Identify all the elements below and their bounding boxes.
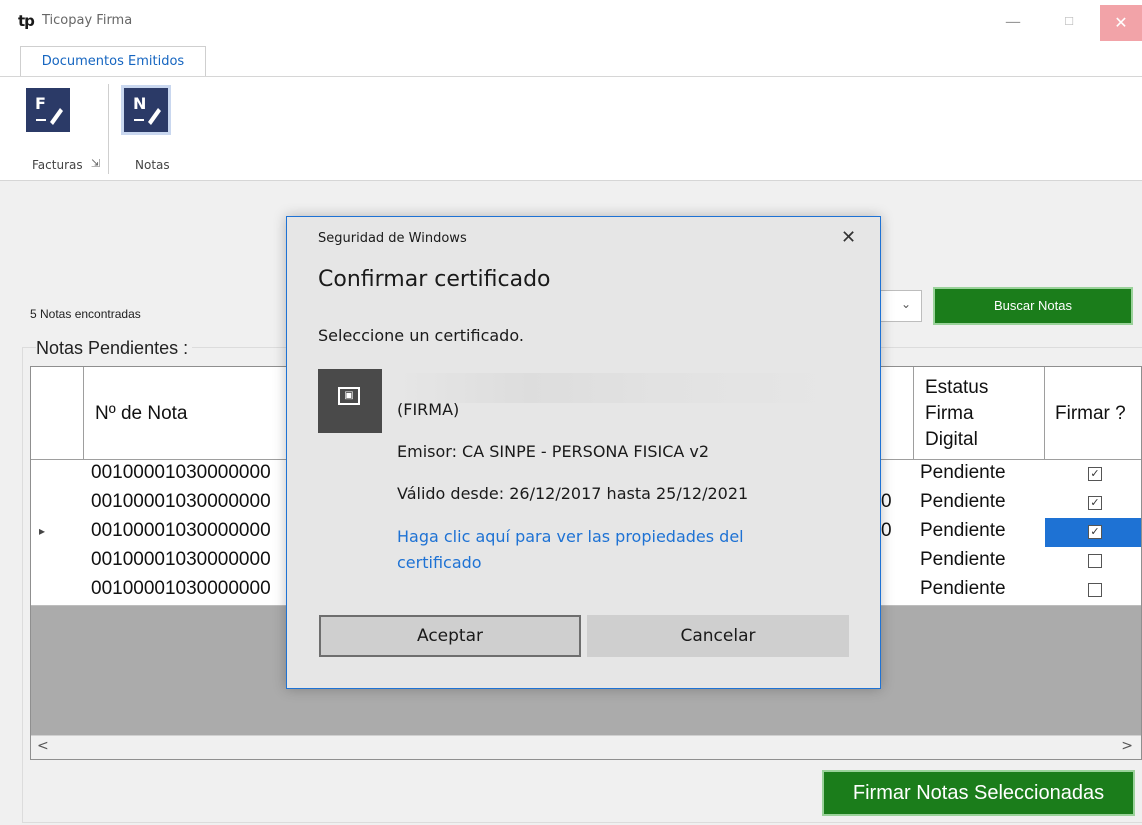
cell-nota: 00100001030000000 (91, 462, 271, 483)
scroll-right-icon[interactable]: > (1121, 738, 1133, 754)
certificate-icon[interactable]: ▣ (318, 369, 382, 433)
dialog-subtitle: Seguridad de Windows (318, 231, 467, 246)
cell-partial: 0 (881, 520, 892, 541)
note-icon: N (121, 85, 171, 135)
cancelar-button[interactable]: Cancelar (587, 615, 849, 657)
window-title: Ticopay Firma (42, 13, 133, 28)
cell-nota: 00100001030000000 (91, 520, 271, 541)
certificate-name[interactable]: (FIRMA) (397, 400, 459, 419)
certificate-validity: Válido desde: 26/12/2017 hasta 25/12/202… (397, 484, 749, 503)
firmar-notas-button[interactable]: Firmar Notas Seleccionadas (822, 770, 1135, 816)
dialog-close-icon[interactable]: ✕ (841, 227, 856, 248)
ribbon-item-facturas[interactable]: F (26, 88, 70, 132)
cell-estatus: Pendiente (920, 462, 1006, 483)
title-bar: tp Ticopay Firma — ☐ ✕ (0, 0, 1142, 44)
chevron-down-icon: ⌄ (900, 297, 911, 311)
group-label: Notas Pendientes : (36, 338, 193, 359)
dialog-prompt: Seleccione un certificado. (318, 326, 524, 345)
ribbon-launcher-icon[interactable]: ⇲ (91, 157, 100, 170)
certificate-dialog: Seguridad de Windows ✕ Confirmar certifi… (286, 216, 881, 689)
results-count: 5 Notas encontradas (30, 307, 141, 321)
cell-estatus: Pendiente (920, 520, 1006, 541)
column-header-estatus-line: Digital (925, 429, 978, 450)
ribbon-item-notas[interactable]: N (121, 85, 171, 135)
certificate-issuer: Emisor: CA SINPE - PERSONA FISICA v2 (397, 442, 710, 461)
firmar-checkbox[interactable]: ✓ (1088, 496, 1102, 510)
firmar-checkbox[interactable] (1088, 554, 1102, 568)
cell-estatus: Pendiente (920, 578, 1006, 599)
cell-estatus: Pendiente (920, 491, 1006, 512)
column-header-firmar[interactable]: Firmar ? (1055, 403, 1126, 425)
cell-nota: 00100001030000000 (91, 578, 271, 599)
column-header-estatus[interactable]: Estatus Firma Digital (925, 375, 988, 453)
firmar-checkbox[interactable]: ✓ (1088, 467, 1102, 481)
certificate-subject-redacted (397, 373, 837, 403)
ribbon-label-notas: Notas (135, 158, 170, 172)
minimize-button[interactable]: — (1000, 10, 1026, 34)
column-header-estatus-line: Estatus (925, 377, 989, 398)
firmar-cell-selected[interactable]: ✓ (1045, 518, 1141, 547)
app-logo-icon: tp (18, 12, 35, 30)
certificate-properties-link[interactable]: Haga clic aquí para ver las propiedades … (397, 524, 817, 576)
firmar-checkbox[interactable]: ✓ (1088, 525, 1102, 539)
buscar-notas-button[interactable]: Buscar Notas (933, 287, 1133, 325)
horizontal-scrollbar[interactable]: < > (31, 735, 1141, 759)
tab-documentos-emitidos[interactable]: Documentos Emitidos (20, 46, 206, 77)
invoice-icon: F (26, 88, 70, 132)
column-header-estatus-line: Firma (925, 403, 974, 424)
cell-estatus: Pendiente (920, 549, 1006, 570)
column-header-nota[interactable]: Nº de Nota (95, 403, 188, 425)
scroll-left-icon[interactable]: < (37, 738, 49, 754)
aceptar-button[interactable]: Aceptar (319, 615, 581, 657)
certificate-card-icon: ▣ (338, 387, 360, 405)
maximize-button[interactable]: ☐ (1056, 10, 1082, 34)
ribbon-separator (108, 84, 109, 174)
firmar-checkbox[interactable] (1088, 583, 1102, 597)
dialog-title: Confirmar certificado (318, 267, 551, 292)
cell-partial: 0 (881, 491, 892, 512)
note-icon-letter: N (133, 94, 146, 113)
cell-nota: 00100001030000000 (91, 491, 271, 512)
row-indicator-icon: ▸ (39, 524, 46, 538)
close-button[interactable]: ✕ (1100, 5, 1142, 41)
invoice-icon-letter: F (35, 94, 46, 113)
cell-nota: 00100001030000000 (91, 549, 271, 570)
ribbon-label-facturas: Facturas (32, 158, 83, 172)
ribbon (0, 77, 1142, 181)
